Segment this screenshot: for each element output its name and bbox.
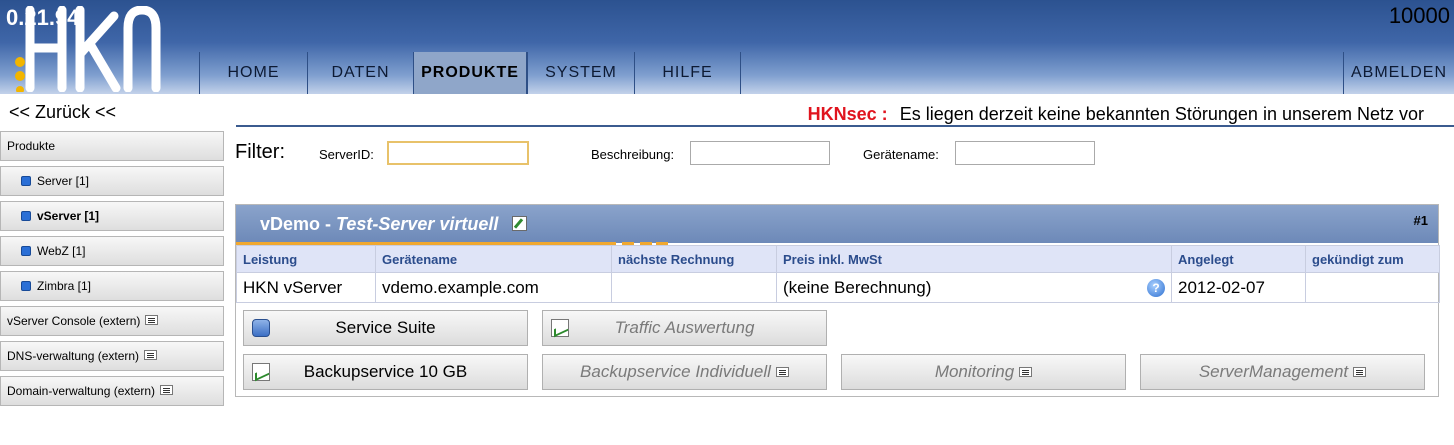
version-label: 0.21.94 [6, 5, 80, 30]
bullet-icon [21, 281, 31, 291]
help-icon[interactable]: ? [1147, 278, 1165, 297]
geraetename-label: Gerätename: [863, 147, 939, 162]
table-row: HKN vServer vdemo.example.com (keine Ber… [236, 272, 1440, 303]
chart-icon [252, 363, 270, 381]
status-label: HKNsec : [807, 104, 888, 124]
status-text: Es liegen derzeit keine bekannten Störun… [899, 104, 1424, 124]
menu-icon [775, 367, 789, 377]
monitoring-button[interactable]: Monitoring [841, 354, 1126, 390]
back-link[interactable]: << Zurück << [9, 102, 116, 123]
backupservice-individuell-button[interactable]: Backupservice Individuell [542, 354, 827, 390]
bullet-icon [21, 211, 31, 221]
service-suite-button[interactable]: Service Suite [243, 310, 528, 346]
cell-preis: (keine Berechnung)? [776, 272, 1172, 303]
menu-icon [144, 350, 158, 360]
database-icon [252, 319, 270, 337]
bullet-icon [21, 246, 31, 256]
beschreibung-label: Beschreibung: [591, 147, 675, 162]
panel-number: #1 [1413, 213, 1428, 228]
backupservice-10gb-button[interactable]: Backupservice 10 GB [243, 354, 528, 390]
col-angelegt: Angelegt [1171, 245, 1306, 273]
cell-angelegt: 2012-02-07 [1171, 272, 1306, 303]
cell-geraetename: vdemo.example.com [375, 272, 612, 303]
logout-button[interactable]: ABMELDEN [1343, 52, 1454, 94]
col-gekuendigt: gekündigt zum [1305, 245, 1440, 273]
col-geraetename: Gerätename [375, 245, 612, 273]
product-panel: vDemo - Test-Server virtuell #1 Leistung… [235, 204, 1440, 397]
nav-home[interactable]: HOME [199, 52, 307, 94]
menu-icon [1353, 367, 1367, 377]
nav-system[interactable]: SYSTEM [527, 52, 634, 94]
beschreibung-input[interactable] [690, 141, 830, 165]
chart-icon [551, 319, 569, 337]
cell-naechste-rechnung [611, 272, 777, 303]
menu-icon [160, 385, 174, 395]
network-status: HKNsec : Es liegen derzeit keine bekannte… [808, 104, 1424, 125]
menu-icon [1019, 367, 1033, 377]
sidebar-item-vserver-console[interactable]: vServer Console (extern) [0, 306, 224, 336]
bullet-icon [21, 176, 31, 186]
sidebar-item-zimbra[interactable]: Zimbra [1] [0, 271, 224, 301]
menu-icon [145, 315, 159, 325]
col-preis: Preis inkl. MwSt [776, 245, 1172, 273]
sidebar-item-vserver[interactable]: vServer [1] [0, 201, 224, 231]
col-naechste-rechnung: nächste Rechnung [611, 245, 777, 273]
col-leistung: Leistung [236, 245, 376, 273]
panel-header: vDemo - Test-Server virtuell #1 [236, 205, 1438, 243]
cell-leistung: HKN vServer [236, 272, 376, 303]
panel-title: vDemo - Test-Server virtuell [260, 214, 528, 235]
serverid-input[interactable] [387, 141, 529, 165]
nav-hilfe[interactable]: HILFE [634, 52, 741, 94]
servermanagement-button[interactable]: ServerManagement [1140, 354, 1425, 390]
nav-produkte[interactable]: PRODUKTE [413, 52, 527, 94]
table-header-row: Leistung Gerätename nächste Rechnung Pre… [236, 245, 1440, 273]
status-divider [236, 125, 1454, 127]
edit-icon[interactable] [512, 216, 528, 231]
sidebar-item-webz[interactable]: WebZ [1] [0, 236, 224, 266]
traffic-auswertung-button[interactable]: Traffic Auswertung [542, 310, 827, 346]
app-header: 0.21.94 10000 HOME DATEN PRODUKTE SYSTEM… [0, 0, 1454, 94]
filter-title: Filter: [235, 141, 285, 163]
sidebar-item-produkte[interactable]: Produkte [0, 131, 224, 161]
sidebar-item-server[interactable]: Server [1] [0, 166, 224, 196]
sidebar-item-dns[interactable]: DNS-verwaltung (extern) [0, 341, 224, 371]
geraetename-input[interactable] [955, 141, 1095, 165]
sidebar-item-domain[interactable]: Domain-verwaltung (extern) [0, 376, 224, 406]
service-table: Leistung Gerätename nächste Rechnung Pre… [236, 245, 1440, 303]
cell-gekuendigt [1305, 272, 1440, 303]
main-nav: HOME DATEN PRODUKTE SYSTEM HILFE ABMELDE… [0, 52, 1454, 94]
visitor-counter: 10000 [1388, 3, 1450, 28]
nav-daten[interactable]: DATEN [307, 52, 413, 94]
serverid-label: ServerID: [319, 147, 374, 162]
